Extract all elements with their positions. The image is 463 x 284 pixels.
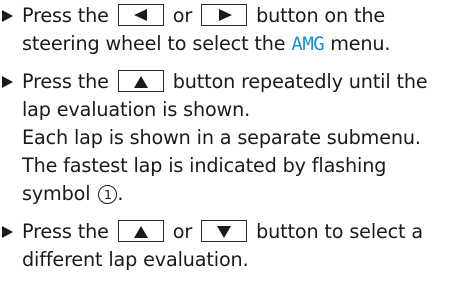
- step1-line1-before: Press the: [22, 4, 109, 27]
- step2-line1-before: Press the: [22, 70, 109, 93]
- step1-line1: Press the or button on the: [22, 2, 385, 30]
- step2-line3: Each lap is shown in a separate submenu.: [22, 126, 421, 149]
- bullet-triangle-icon: [0, 218, 14, 246]
- step3-line1-after: button to select a: [256, 220, 423, 243]
- bullet-triangle-icon: [0, 68, 14, 96]
- step3-line2: different lap evaluation.: [22, 248, 249, 271]
- step3-line1: Press the or button to select a: [22, 218, 423, 246]
- right-arrow-key-icon: [201, 4, 248, 26]
- step3-line1-before: Press the: [22, 220, 109, 243]
- step1-line2-after: menu.: [330, 32, 391, 55]
- step2-line1: Press the button repeatedly until the: [22, 68, 428, 96]
- step2-line5: symbol 1.: [22, 180, 123, 208]
- step1-line2: steering wheel to select the AMG menu.: [22, 30, 391, 58]
- step1-line2-before: steering wheel to select the: [22, 32, 286, 55]
- up-arrow-key-icon: [117, 220, 164, 242]
- step2-line4: The fastest lap is indicated by flashing: [22, 154, 387, 177]
- up-arrow-key-icon: [117, 70, 164, 92]
- step1-line1-between: or: [172, 4, 193, 27]
- circled-number-icon: 1: [98, 185, 118, 204]
- step2-line5-before: symbol: [22, 182, 91, 205]
- instruction-document: Press the or button on the steering wheel …: [0, 0, 463, 284]
- amg-menu-highlight: AMG: [291, 33, 325, 55]
- step2-line1-after: button repeatedly until the: [172, 70, 428, 93]
- down-arrow-key-icon: [201, 220, 248, 242]
- left-arrow-key-icon: [117, 4, 164, 26]
- step1-line1-after: button on the: [256, 4, 386, 27]
- bullet-triangle-icon: [0, 2, 14, 30]
- step2-line5-after: .: [117, 182, 124, 205]
- step2-line2: lap evaluation is shown.: [22, 98, 251, 121]
- step3-line1-between: or: [172, 220, 193, 243]
